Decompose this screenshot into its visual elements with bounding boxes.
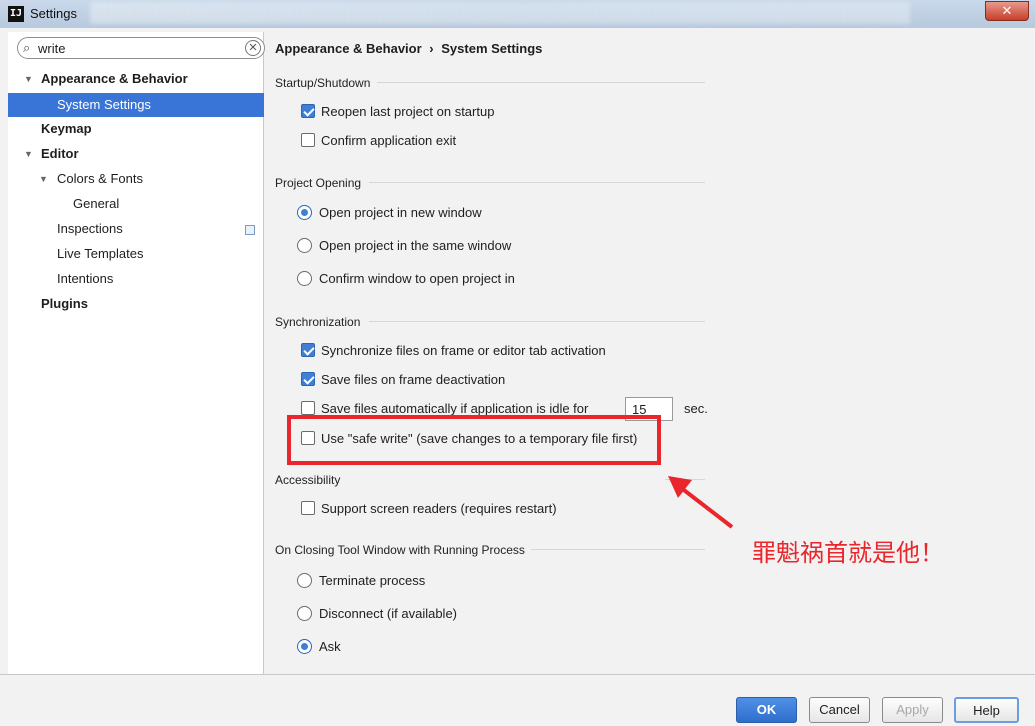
- help-button[interactable]: Help: [954, 697, 1019, 723]
- search-box[interactable]: ⌕ write ✕: [17, 37, 265, 59]
- ok-button[interactable]: OK: [736, 697, 797, 723]
- safe-write-checkbox[interactable]: [301, 431, 315, 445]
- title-bar: IJ Settings ✕: [0, 0, 1035, 28]
- confirm-exit-checkbox[interactable]: [301, 133, 315, 147]
- sidebar-item-plugins[interactable]: Plugins: [41, 292, 88, 316]
- sidebar-item-colors-fonts[interactable]: Colors & Fonts: [57, 167, 143, 191]
- red-annotation-arrow-icon: [668, 476, 734, 529]
- sidebar-item-system-settings[interactable]: System Settings: [57, 93, 151, 117]
- blurred-background: [90, 2, 910, 24]
- confirm-exit-label: Confirm application exit: [321, 133, 457, 148]
- breadcrumb-separator: ›: [429, 41, 434, 56]
- settings-content: Appearance & Behavior › System Settings …: [265, 32, 1035, 674]
- window-title: Settings: [30, 6, 77, 21]
- sidebar-item-live-templates[interactable]: Live Templates: [57, 242, 143, 266]
- confirm-window-radio[interactable]: [297, 271, 312, 286]
- sidebar-item-intentions[interactable]: Intentions: [57, 267, 113, 291]
- section-title-project-opening: Project Opening: [275, 176, 362, 190]
- terminate-process-radio[interactable]: [297, 573, 312, 588]
- reopen-last-project-label: Reopen last project on startup: [321, 104, 495, 119]
- project-scope-icon: [245, 225, 255, 235]
- sync-files-checkbox[interactable]: [301, 343, 315, 357]
- separator: [531, 549, 705, 550]
- section-title-synchronization: Synchronization: [275, 315, 361, 329]
- annotation-text: 罪魁祸首就是他！: [752, 539, 944, 567]
- section-title-accessibility: Accessibility: [275, 473, 341, 487]
- breadcrumb-current: System Settings: [441, 41, 543, 56]
- open-same-window-label: Open project in the same window: [319, 238, 512, 253]
- confirm-window-label: Confirm window to open project in: [319, 271, 515, 286]
- open-new-window-radio[interactable]: [297, 205, 312, 220]
- settings-window: IJ Settings ✕ ⌕ write ✕ ▼ Appearance & B…: [0, 0, 1035, 726]
- sidebar-item-inspections[interactable]: Inspections: [57, 217, 123, 241]
- terminate-process-label: Terminate process: [319, 573, 426, 588]
- screen-readers-label: Support screen readers (requires restart…: [321, 501, 557, 516]
- open-new-window-label: Open project in new window: [319, 205, 482, 220]
- save-on-deactivation-label: Save files on frame deactivation: [321, 372, 506, 387]
- section-title-startup: Startup/Shutdown: [275, 76, 371, 90]
- sidebar-item-editor[interactable]: Editor: [41, 142, 79, 166]
- idle-seconds-unit: sec.: [684, 401, 708, 416]
- apply-button[interactable]: Apply: [882, 697, 943, 723]
- sidebar-item-general[interactable]: General: [73, 192, 119, 216]
- close-window-button[interactable]: ✕: [985, 1, 1029, 21]
- ask-radio[interactable]: [297, 639, 312, 654]
- search-input[interactable]: write: [38, 41, 65, 56]
- search-icon: ⌕: [23, 40, 31, 55]
- ask-label: Ask: [319, 639, 341, 654]
- sidebar-item-appearance-behavior[interactable]: Appearance & Behavior: [41, 67, 188, 91]
- sidebar-item-keymap[interactable]: Keymap: [41, 117, 92, 141]
- expand-arrow-icon[interactable]: ▼: [39, 167, 48, 191]
- clear-search-icon[interactable]: ✕: [245, 40, 261, 56]
- open-same-window-radio[interactable]: [297, 238, 312, 253]
- expand-arrow-icon[interactable]: ▼: [24, 67, 33, 91]
- separator: [377, 82, 705, 83]
- separator: [369, 321, 705, 322]
- settings-sidebar: ⌕ write ✕ ▼ Appearance & Behavior System…: [8, 32, 265, 674]
- breadcrumb: Appearance & Behavior › System Settings: [275, 41, 542, 56]
- disconnect-label: Disconnect (if available): [319, 606, 458, 621]
- sync-files-label: Synchronize files on frame or editor tab…: [321, 343, 606, 358]
- safe-write-label: Use "safe write" (save changes to a temp…: [321, 431, 638, 446]
- expand-arrow-icon[interactable]: ▼: [24, 142, 33, 166]
- dialog-button-bar: OK Cancel Apply Help: [0, 674, 1035, 726]
- save-when-idle-label: Save files automatically if application …: [321, 401, 589, 416]
- save-on-deactivation-checkbox[interactable]: [301, 372, 315, 386]
- disconnect-radio[interactable]: [297, 606, 312, 621]
- breadcrumb-parent: Appearance & Behavior: [275, 41, 422, 56]
- reopen-last-project-checkbox[interactable]: [301, 104, 315, 118]
- intellij-app-icon: IJ: [8, 6, 24, 22]
- separator: [369, 182, 705, 183]
- screen-readers-checkbox[interactable]: [301, 501, 315, 515]
- section-title-closing-tool-window: On Closing Tool Window with Running Proc…: [275, 543, 525, 557]
- cancel-button[interactable]: Cancel: [809, 697, 870, 723]
- save-when-idle-checkbox[interactable]: [301, 401, 315, 415]
